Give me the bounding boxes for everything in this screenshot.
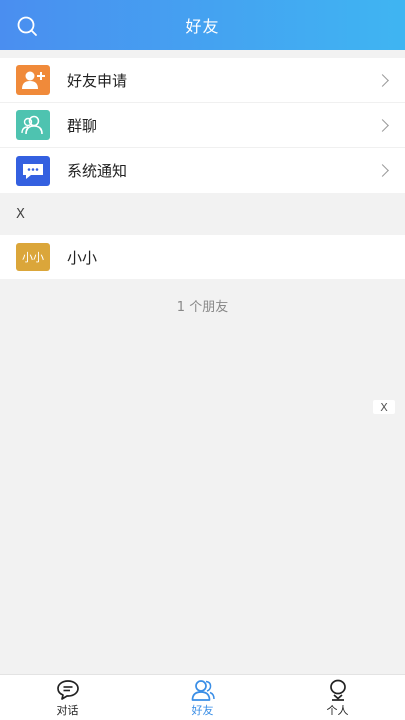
tab-profile[interactable]: 个人: [270, 675, 405, 720]
message-icon: [16, 155, 50, 186]
tab-bar: 对话 好友 个人: [0, 674, 405, 720]
list-item[interactable]: 小小 小小: [0, 235, 405, 279]
friends-icon: [191, 680, 215, 701]
menu-item-group-chat[interactable]: 群聊: [0, 103, 405, 148]
person-icon: [329, 679, 346, 701]
chat-icon: [56, 680, 79, 700]
chevron-right-icon: [376, 118, 389, 132]
add-user-icon: [16, 65, 50, 95]
avatar: 小小: [16, 243, 50, 271]
tab-chat[interactable]: 对话: [0, 675, 135, 720]
menu-item-label: 群聊: [67, 116, 98, 135]
menu-item-label: 系统通知: [67, 162, 128, 180]
menu-item-label: 好友申请: [67, 71, 128, 90]
tab-label: 好友: [191, 704, 214, 717]
menu-item-friend-requests[interactable]: 好友申请: [0, 58, 405, 103]
tab-label: 个人: [326, 704, 349, 717]
menu-list: 好友申请 群聊 系统通知: [0, 58, 405, 193]
search-icon[interactable]: [16, 15, 38, 37]
chevron-right-icon: [376, 164, 389, 177]
group-icon: [16, 110, 50, 140]
menu-item-system-notifications[interactable]: 系统通知: [0, 148, 405, 193]
section-header: X: [0, 193, 405, 235]
index-letter-bubble: X: [373, 400, 395, 414]
section-letter: X: [16, 206, 25, 222]
friend-count: 1 个朋友: [176, 300, 229, 315]
top-bar: 好友: [0, 0, 405, 50]
page-title: 好友: [185, 17, 220, 36]
tab-friends[interactable]: 好友: [135, 675, 270, 720]
tab-label: 对话: [56, 704, 79, 717]
chevron-right-icon: [376, 73, 389, 87]
friend-name: 小小: [67, 248, 98, 267]
